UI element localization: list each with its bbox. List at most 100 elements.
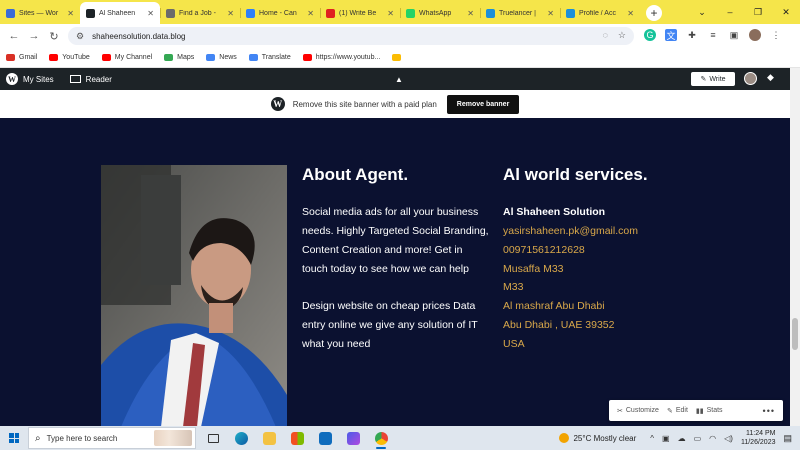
media-control-icon[interactable]: ≡ (707, 29, 719, 41)
chrome-button[interactable] (370, 426, 392, 450)
meet-now-icon[interactable]: ▣ (662, 434, 670, 443)
tab-search-button[interactable]: ⌄ (688, 0, 716, 24)
network-icon[interactable]: ▭ (694, 434, 702, 443)
back-icon[interactable]: ← (4, 30, 24, 42)
address-bar: ← → ↻ ⚙ shaheensolution.data.blog ◌ ☆ G … (0, 24, 800, 48)
translate-extension-icon[interactable]: 文 (665, 29, 677, 41)
close-tab-icon[interactable]: ✕ (627, 9, 634, 18)
site-info-icon[interactable]: ⚙ (76, 31, 84, 42)
eye-off-icon[interactable]: ◌ (603, 30, 608, 41)
close-tab-icon[interactable]: ✕ (547, 9, 554, 18)
phone-link[interactable]: 00971561212628 (503, 244, 585, 256)
bookmark-item[interactable] (392, 54, 405, 61)
search-icon: ⌕ (35, 432, 41, 444)
menu-dots-icon[interactable]: ⋮ (770, 29, 782, 41)
tab-favicon-icon (566, 8, 575, 18)
about-paragraph-1: Social media ads for all your business n… (302, 203, 492, 279)
task-view-button[interactable] (202, 426, 224, 450)
more-options-button[interactable]: ••• (763, 406, 775, 416)
tab-title: WhatsApp (419, 9, 452, 17)
onedrive-icon[interactable]: ☁ (678, 434, 686, 443)
page-scrollbar[interactable] (790, 68, 800, 426)
user-avatar[interactable] (744, 72, 757, 85)
address-line: Abu Dhabi , UAE 39352 (503, 319, 615, 331)
collapse-icon[interactable]: ▲ (395, 75, 403, 84)
close-tab-icon[interactable]: ✕ (147, 9, 154, 18)
about-line: entry online we give any solution of IT (302, 319, 478, 331)
close-tab-icon[interactable]: ✕ (387, 9, 394, 18)
bookmark-star-icon[interactable]: ☆ (618, 30, 626, 41)
remove-banner-button[interactable]: Remove banner (446, 94, 520, 114)
profile-avatar[interactable] (749, 29, 761, 41)
services-heading: Al world services. (503, 165, 648, 184)
weather-icon (559, 433, 570, 443)
bookmark-item[interactable]: YouTube (49, 54, 90, 61)
volume-icon[interactable]: ◁) (724, 434, 733, 443)
minimize-button[interactable]: – (716, 0, 744, 24)
my-sites-link[interactable]: W My Sites (6, 73, 54, 85)
copilot-button[interactable] (342, 426, 364, 450)
browser-tab[interactable]: Truelancer | ✕ (480, 2, 560, 24)
chevron-up-icon[interactable]: ^ (650, 434, 654, 443)
notification-center-icon[interactable]: ▤ (783, 433, 792, 444)
bookmark-label: Translate (261, 54, 291, 61)
close-tab-icon[interactable]: ✕ (467, 9, 474, 18)
maximize-button[interactable]: ❐ (744, 0, 772, 24)
url-text: shaheensolution.data.blog (92, 31, 186, 41)
bookmark-item[interactable]: Gmail (6, 54, 37, 61)
bookmark-item[interactable]: News (206, 54, 237, 61)
notifications-icon[interactable]: ◆ (767, 72, 774, 83)
close-window-button[interactable]: ✕ (772, 0, 800, 24)
browser-tab[interactable]: Profile / Acc ✕ (560, 2, 640, 24)
tab-title: (1) Write Be (339, 9, 377, 17)
browser-tab[interactable]: Home - Can ✕ (240, 2, 320, 24)
email-link[interactable]: yasirshaheen.pk@gmail.com (503, 225, 638, 237)
stats-button[interactable]: ▮▮ Stats (696, 407, 723, 415)
bookmark-label: News (219, 54, 237, 61)
grammarly-icon[interactable]: G (644, 29, 656, 41)
close-tab-icon[interactable]: ✕ (307, 9, 314, 18)
tab-favicon-icon (486, 8, 495, 18)
puzzle-icon[interactable]: ✚ (686, 29, 698, 41)
bookmark-label: https://www.youtub... (315, 54, 381, 61)
agent-photo-illustration (101, 165, 287, 427)
bookmark-item[interactable]: https://www.youtub... (302, 54, 381, 61)
windows-taskbar: ⌕ Type here to search 25°C Mostly clear … (0, 426, 800, 450)
new-tab-button[interactable]: + (646, 5, 662, 21)
bookmark-item[interactable]: Maps (164, 54, 194, 61)
edit-button[interactable]: ✎ Edit (667, 407, 688, 415)
bookmark-item[interactable]: My Channel (101, 54, 152, 61)
start-button[interactable] (0, 426, 28, 450)
copilot-icon (346, 431, 360, 445)
tab-favicon-icon (326, 8, 335, 18)
scrollbar-thumb[interactable] (792, 318, 798, 350)
wifi-icon[interactable]: ◠ (709, 434, 716, 443)
store-button[interactable] (286, 426, 308, 450)
browser-tab[interactable]: Al Shaheen ✕ (80, 2, 160, 24)
mail-button[interactable] (314, 426, 336, 450)
bookmark-item[interactable]: Translate (248, 54, 291, 61)
browser-tab[interactable]: (1) Write Be ✕ (320, 2, 400, 24)
address-line: Al mashraf Abu Dhabi (503, 300, 605, 312)
edge-button[interactable] (230, 426, 252, 450)
customize-button[interactable]: ✂ Customize (617, 407, 659, 415)
weather-widget[interactable]: 25°C Mostly clear (559, 433, 636, 443)
url-input[interactable]: ⚙ shaheensolution.data.blog ◌ ☆ (68, 27, 634, 45)
tab-title: Find a Job - (179, 9, 216, 17)
browser-tab[interactable]: Sites — Wor ✕ (0, 2, 80, 24)
folder-icon (262, 431, 276, 445)
close-tab-icon[interactable]: ✕ (227, 9, 234, 18)
side-panel-icon[interactable]: ▣ (728, 29, 740, 41)
forward-icon[interactable]: → (24, 30, 44, 42)
write-button[interactable]: ✎ Write (691, 72, 735, 86)
site-banner: W Remove this site banner with a paid pl… (0, 90, 790, 118)
taskbar-search-input[interactable]: ⌕ Type here to search (28, 427, 196, 449)
file-explorer-button[interactable] (258, 426, 280, 450)
browser-tab[interactable]: Find a Job - ✕ (160, 2, 240, 24)
browser-tab[interactable]: WhatsApp ✕ (400, 2, 480, 24)
close-tab-icon[interactable]: ✕ (67, 9, 74, 18)
wordpress-icon: W (6, 73, 18, 85)
reader-link[interactable]: Reader (60, 75, 112, 84)
reload-icon[interactable]: ↻ (44, 30, 64, 43)
clock[interactable]: 11:24 PM 11/26/2023 (741, 429, 776, 447)
